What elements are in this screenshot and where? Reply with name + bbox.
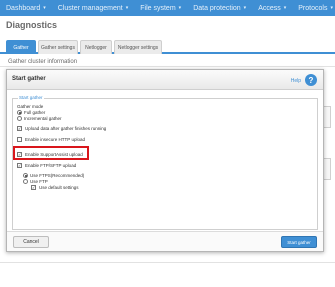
tab-netlogger-settings[interactable]: Netlogger settings bbox=[114, 40, 162, 54]
tab-netlogger[interactable]: Netlogger bbox=[80, 40, 112, 54]
top-navigation: Dashboard ▾ Cluster management ▾ File syst… bbox=[0, 0, 335, 16]
help-icon[interactable]: ? bbox=[305, 74, 317, 86]
radio-icon[interactable] bbox=[17, 110, 22, 115]
chevron-down-icon: ▾ bbox=[243, 5, 247, 11]
nav-access[interactable]: Access ▾ bbox=[252, 0, 292, 16]
cancel-button[interactable]: Cancel bbox=[13, 236, 49, 248]
chevron-down-icon: ▾ bbox=[283, 5, 287, 11]
chevron-down-icon: ▾ bbox=[43, 5, 46, 11]
checkmark-icon[interactable]: ✓ bbox=[17, 126, 22, 131]
upload-data-checkbox[interactable]: ✓ Upload data after gather finishes runn… bbox=[17, 126, 106, 131]
default-settings-checkbox[interactable]: ✓ Use default settings bbox=[31, 185, 79, 190]
tab-gather[interactable]: Gather bbox=[6, 40, 36, 54]
checkmark-icon[interactable]: ✓ bbox=[17, 163, 22, 168]
background-panel bbox=[323, 106, 331, 128]
radio-icon[interactable] bbox=[23, 179, 28, 184]
checkmark-icon[interactable]: ✓ bbox=[31, 185, 36, 190]
nav-cluster-management[interactable]: Cluster management ▾ bbox=[52, 0, 135, 16]
background-panel bbox=[323, 158, 331, 180]
chevron-down-icon: ▾ bbox=[330, 5, 333, 11]
ftp-upload-checkbox[interactable]: ✓ Enable FTP/SFTP upload bbox=[17, 163, 76, 168]
nav-file-system[interactable]: File system ▾ bbox=[134, 0, 187, 16]
insecure-http-checkbox[interactable]: Enable insecure HTTP upload bbox=[17, 137, 85, 142]
tab-gather-settings[interactable]: Gather settings bbox=[38, 40, 78, 54]
checkbox-icon[interactable] bbox=[17, 137, 22, 142]
gather-mode-label: Gather mode bbox=[17, 104, 44, 109]
incremental-gather-radio[interactable]: Incremental gather bbox=[17, 116, 62, 121]
dialog-footer: Cancel Start gather bbox=[7, 231, 323, 251]
nav-dashboard[interactable]: Dashboard ▾ bbox=[0, 0, 52, 16]
help-link[interactable]: Help bbox=[291, 78, 301, 84]
annotation-highlight-box bbox=[13, 146, 89, 160]
dialog-header: Start gather Help ? bbox=[7, 70, 323, 90]
radio-icon[interactable] bbox=[17, 116, 22, 121]
start-gather-dialog: Start gather Help ? Start gather Gather … bbox=[6, 69, 324, 252]
section-label: Gather cluster information bbox=[8, 59, 78, 65]
nav-data-protection[interactable]: Data protection ▾ bbox=[187, 0, 252, 16]
full-gather-radio[interactable]: Full gather bbox=[17, 110, 45, 115]
radio-icon[interactable] bbox=[23, 173, 28, 178]
divider bbox=[0, 262, 335, 263]
dialog-title: Start gather bbox=[12, 76, 46, 82]
start-gather-button[interactable]: Start gather bbox=[281, 236, 317, 248]
start-gather-fieldset: Start gather Gather mode Full gather Inc… bbox=[12, 95, 318, 230]
nav-protocols[interactable]: Protocols ▾ bbox=[292, 0, 335, 16]
use-ftp-radio[interactable]: Use FTP bbox=[23, 179, 48, 184]
divider bbox=[0, 66, 335, 67]
tab-bar: Gather Gather settings Netlogger Netlogg… bbox=[0, 34, 335, 54]
chevron-down-icon: ▾ bbox=[178, 5, 182, 11]
page-title: Diagnostics bbox=[6, 20, 58, 30]
fieldset-legend: Start gather bbox=[18, 95, 44, 100]
chevron-down-icon: ▾ bbox=[125, 5, 129, 11]
use-ftps-radio[interactable]: Use FTPS(Recommended) bbox=[23, 173, 84, 178]
